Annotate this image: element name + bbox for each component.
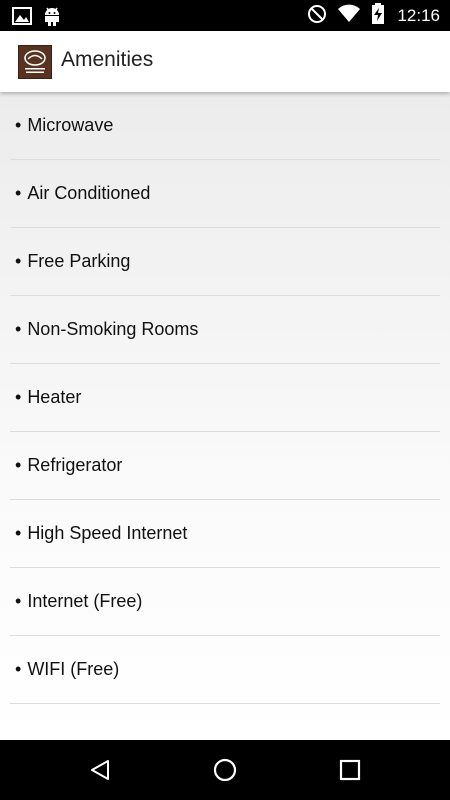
back-icon[interactable] xyxy=(85,755,115,785)
amenity-label: WIFI (Free) xyxy=(27,659,120,679)
recents-icon[interactable] xyxy=(335,755,365,785)
bullet: • xyxy=(15,523,22,543)
list-item: • Free Parking xyxy=(10,228,440,296)
amenity-label: Refrigerator xyxy=(27,455,123,475)
bullet: • xyxy=(15,659,22,679)
list-item: • High Speed Internet xyxy=(10,500,440,568)
android-icon xyxy=(42,5,62,31)
amenity-label: High Speed Internet xyxy=(27,523,188,543)
bullet: • xyxy=(15,455,22,475)
status-bar: 12:16 xyxy=(0,0,450,31)
bullet: • xyxy=(15,591,22,611)
bullet: • xyxy=(15,183,22,203)
list-item: • Air Conditioned xyxy=(10,160,440,228)
image-icon xyxy=(12,6,32,30)
bullet: • xyxy=(15,387,22,407)
list-item: • Non-Smoking Rooms xyxy=(10,296,440,364)
wifi-icon xyxy=(337,4,361,28)
list-item: • Refrigerator xyxy=(10,432,440,500)
amenities-list-container[interactable]: • Microwave • Air Conditioned • Free Parking •… xyxy=(0,92,450,740)
list-item: • WIFI (Free) xyxy=(10,636,440,704)
list-item: • Internet (Free) xyxy=(10,568,440,636)
amenity-label: Free Parking xyxy=(27,251,131,271)
amenity-label: Heater xyxy=(27,387,82,407)
home-icon[interactable] xyxy=(210,755,240,785)
hotel-logo-icon xyxy=(18,45,52,79)
battery-charging-icon xyxy=(371,3,385,29)
bullet: • xyxy=(15,115,22,135)
app-bar: Amenities xyxy=(0,31,450,92)
page-title: Amenities xyxy=(61,48,154,71)
bullet: • xyxy=(15,251,22,271)
amenity-label: Air Conditioned xyxy=(27,183,151,203)
amenities-list: • Microwave • Air Conditioned • Free Parking •… xyxy=(0,92,450,704)
amenity-label: Internet (Free) xyxy=(27,591,143,611)
amenity-label: Microwave xyxy=(27,115,114,135)
bullet: • xyxy=(15,319,22,339)
amenity-label: Non-Smoking Rooms xyxy=(27,319,199,339)
navigation-bar xyxy=(0,740,450,800)
status-clock: 12:16 xyxy=(397,6,440,25)
list-item: • Microwave xyxy=(10,92,440,160)
list-item: • Heater xyxy=(10,364,440,432)
do-not-disturb-icon xyxy=(307,4,327,28)
